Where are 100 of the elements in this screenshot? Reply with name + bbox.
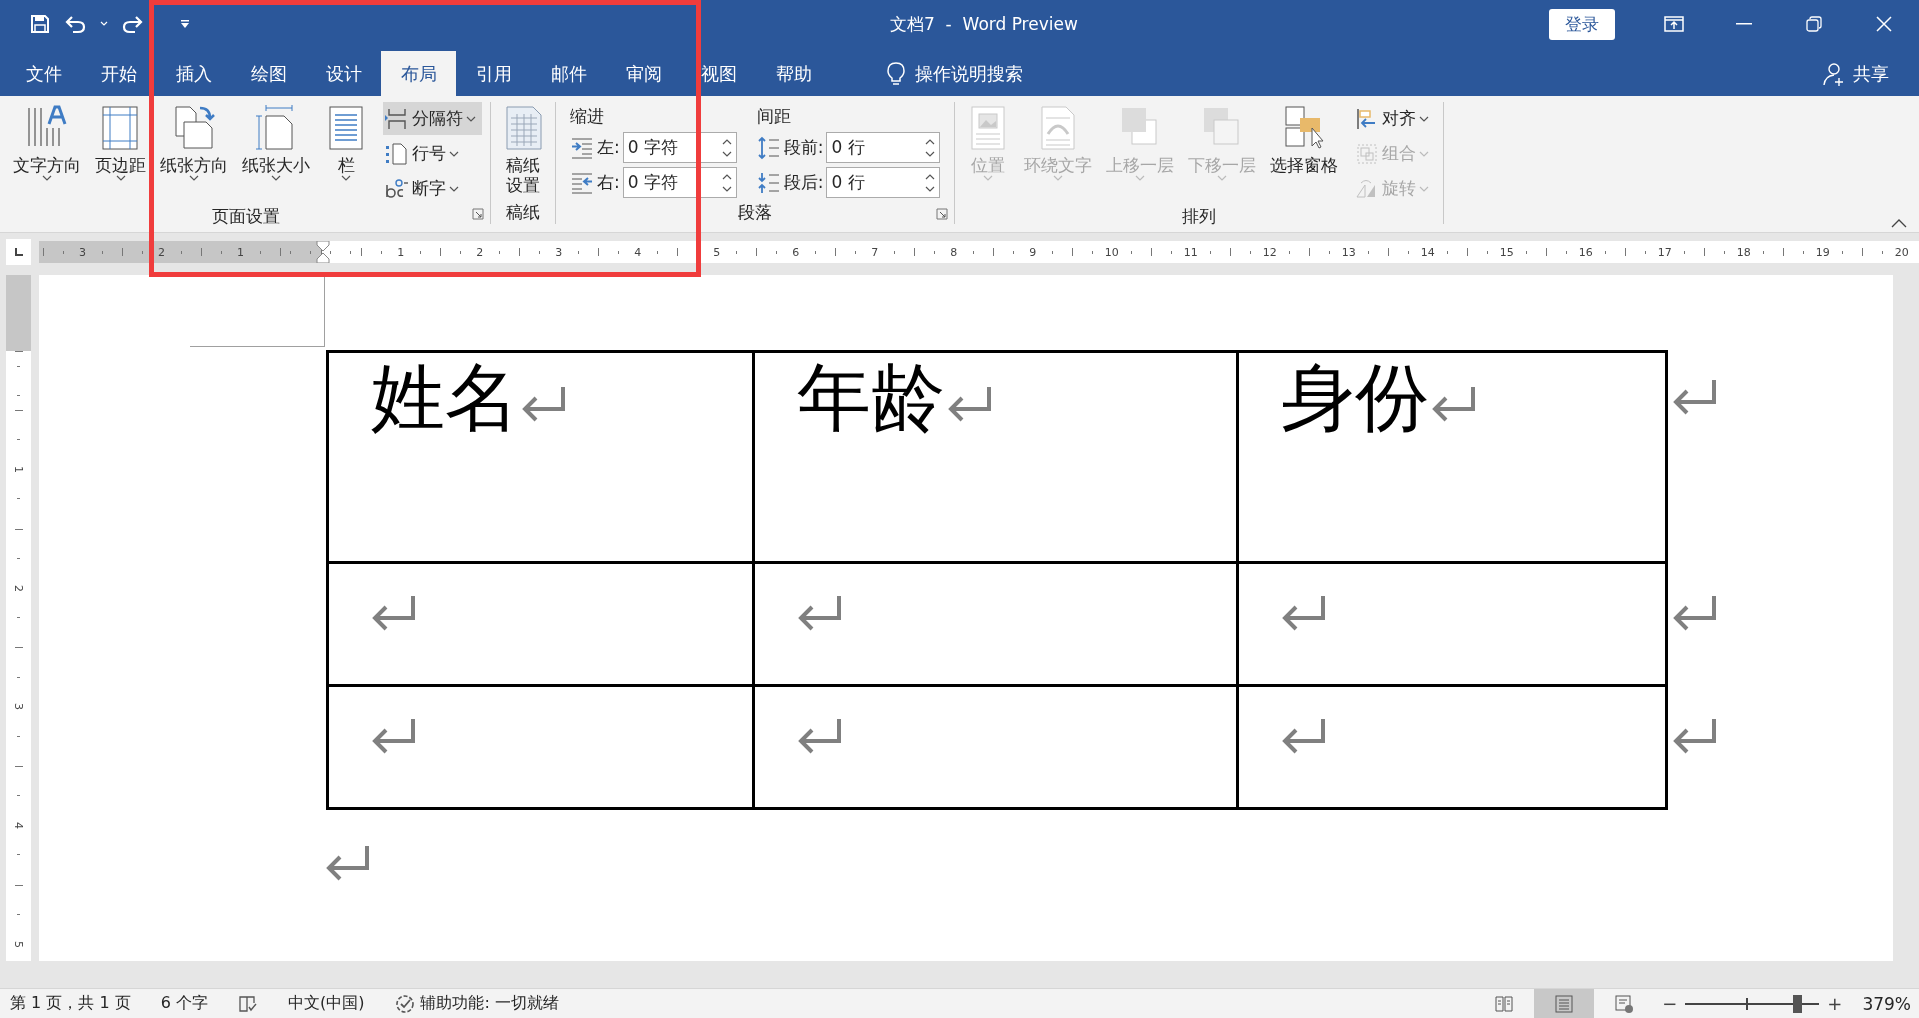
ribbon-tab[interactable]: 引用 bbox=[456, 51, 531, 96]
indent-right-icon bbox=[570, 170, 594, 195]
dialog-launcher-icon[interactable] bbox=[936, 208, 949, 220]
ruler-number: 17 bbox=[1657, 245, 1672, 259]
accessibility-icon[interactable] bbox=[394, 992, 417, 1015]
customize-menu-icon[interactable] bbox=[180, 19, 190, 29]
ruler-number: 1 bbox=[12, 465, 25, 473]
spacing-after-icon bbox=[756, 170, 781, 195]
ruler-number: 2 bbox=[158, 245, 165, 259]
save-icon[interactable] bbox=[30, 14, 50, 34]
indent-marker-icon[interactable] bbox=[316, 241, 330, 263]
ruler-number: 20 bbox=[1894, 245, 1909, 259]
status-text[interactable]: 6 个字 bbox=[160, 993, 208, 1014]
group-label: 排列 bbox=[1182, 205, 1217, 228]
ribbon-button[interactable]: 稿纸设置 bbox=[499, 102, 547, 198]
ruler-number: 1 bbox=[237, 245, 244, 259]
ruler-number: 18 bbox=[1736, 245, 1751, 259]
ribbon-tab[interactable]: 插入 bbox=[156, 51, 231, 96]
zoom-out-button[interactable]: − bbox=[1662, 993, 1678, 1014]
ruler-number: 15 bbox=[1499, 245, 1514, 259]
ruler-number: 4 bbox=[634, 245, 642, 259]
field-label: 左: bbox=[597, 136, 620, 159]
ruler-number: 19 bbox=[1815, 245, 1830, 259]
indent-left-icon bbox=[570, 135, 594, 160]
web-view-icon bbox=[1614, 993, 1635, 1014]
ribbon-tab[interactable]: 开始 bbox=[81, 51, 156, 96]
ribbon-button[interactable]: 页边距 bbox=[92, 102, 149, 184]
ribbon-button[interactable]: 分隔符 bbox=[383, 102, 482, 135]
ribbon-tab[interactable]: 邮件 bbox=[531, 51, 606, 96]
ribbon-button[interactable]: 文字方向 bbox=[10, 102, 84, 184]
cell-text: 身份 bbox=[1281, 357, 1429, 439]
ruler-number: 16 bbox=[1578, 245, 1593, 259]
ribbon-button[interactable]: 栏 bbox=[321, 102, 371, 184]
slider-thumb[interactable] bbox=[1792, 994, 1802, 1013]
ribbon-tab[interactable]: 文件 bbox=[6, 51, 81, 96]
status-text[interactable]: 中文(中国) bbox=[287, 993, 365, 1014]
ruler-number: 3 bbox=[79, 245, 86, 259]
status-text[interactable]: 第 1 页，共 1 页 bbox=[10, 993, 131, 1014]
proofing-icon[interactable] bbox=[237, 994, 258, 1013]
spin-field[interactable]: 0 字符 bbox=[622, 132, 737, 163]
tab-stop-icon[interactable] bbox=[13, 247, 24, 257]
ruler-number: 12 bbox=[1262, 245, 1277, 259]
ribbon-button[interactable]: 行号 bbox=[383, 137, 482, 170]
spin-field[interactable]: 0 行 bbox=[826, 167, 941, 198]
redo-icon[interactable] bbox=[122, 14, 144, 34]
ruler-number: 14 bbox=[1420, 245, 1435, 259]
window-title: 文档7 - Word Preview bbox=[889, 12, 1079, 36]
share-button[interactable]: 共享 bbox=[1853, 61, 1889, 86]
ribbon-tab[interactable]: 帮助 bbox=[756, 51, 831, 96]
ruler-number: 11 bbox=[1183, 245, 1198, 259]
lightbulb-icon bbox=[887, 61, 905, 86]
ruler-number: 2 bbox=[12, 584, 25, 592]
collapse-ribbon-icon[interactable] bbox=[1891, 219, 1907, 228]
ribbon-button[interactable]: 断字 bbox=[383, 172, 482, 205]
zoom-in-button[interactable]: + bbox=[1827, 993, 1843, 1014]
close-icon[interactable] bbox=[1876, 16, 1892, 32]
page-orientation-icon bbox=[172, 104, 216, 152]
ribbon-button[interactable]: 纸张大小 bbox=[239, 102, 313, 184]
cell-text: 姓名 bbox=[371, 357, 519, 439]
ruler-number: 5 bbox=[12, 940, 25, 948]
spin-field[interactable]: 0 字符 bbox=[622, 167, 737, 198]
ruler-number: 3 bbox=[555, 245, 563, 259]
field-label: 段前: bbox=[783, 136, 824, 159]
sign-in-button[interactable]: 登录 bbox=[1549, 8, 1615, 40]
ribbon-tab[interactable]: 设计 bbox=[306, 51, 381, 96]
dialog-launcher-icon[interactable] bbox=[472, 208, 484, 220]
ruler-number: 5 bbox=[713, 245, 721, 259]
field-label: 段后: bbox=[783, 171, 824, 194]
zoom-level[interactable]: 379% bbox=[1862, 993, 1911, 1014]
restore-icon[interactable] bbox=[1806, 16, 1822, 32]
ruler-number: 3 bbox=[12, 703, 25, 711]
ribbon-button[interactable]: 纸张方向 bbox=[157, 102, 231, 184]
ribbon-button[interactable]: 选择窗格 bbox=[1267, 102, 1342, 178]
cell-text: 年龄 bbox=[797, 357, 945, 439]
section-label: 缩进 bbox=[570, 104, 605, 128]
ruler-number: 6 bbox=[792, 245, 800, 259]
ribbon-button[interactable]: 对齐 bbox=[1353, 102, 1436, 135]
search-prompt[interactable]: 操作说明搜索 bbox=[915, 61, 1023, 86]
spin-field[interactable]: 0 行 bbox=[826, 132, 941, 163]
field-label: 右: bbox=[597, 171, 620, 194]
print-view-icon bbox=[1554, 993, 1575, 1014]
ruler-number: 4 bbox=[12, 821, 25, 829]
group-label: 页面设置 bbox=[212, 205, 280, 228]
status-text[interactable]: 辅助功能: 一切就绪 bbox=[420, 993, 559, 1014]
read-view-icon bbox=[1494, 993, 1515, 1014]
group-label: 稿纸 bbox=[506, 200, 540, 224]
line-numbers-icon bbox=[385, 141, 409, 166]
hyphenation-icon bbox=[385, 176, 409, 201]
ruler-number: 7 bbox=[871, 245, 879, 259]
ribbon-tab[interactable]: 视图 bbox=[681, 51, 756, 96]
group-icon bbox=[1355, 141, 1380, 166]
ribbon-tab[interactable]: 绘图 bbox=[231, 51, 306, 96]
ribbon-tab[interactable]: 布局 bbox=[381, 51, 456, 96]
ruler-number: 10 bbox=[1104, 245, 1119, 259]
ruler-number: 13 bbox=[1341, 245, 1356, 259]
ribbon-tab[interactable]: 审阅 bbox=[606, 51, 681, 96]
ribbon-display-icon[interactable] bbox=[1664, 16, 1684, 32]
group-label: 段落 bbox=[738, 200, 773, 224]
spacing-before-icon bbox=[756, 135, 781, 160]
undo-icon[interactable] bbox=[64, 14, 86, 34]
